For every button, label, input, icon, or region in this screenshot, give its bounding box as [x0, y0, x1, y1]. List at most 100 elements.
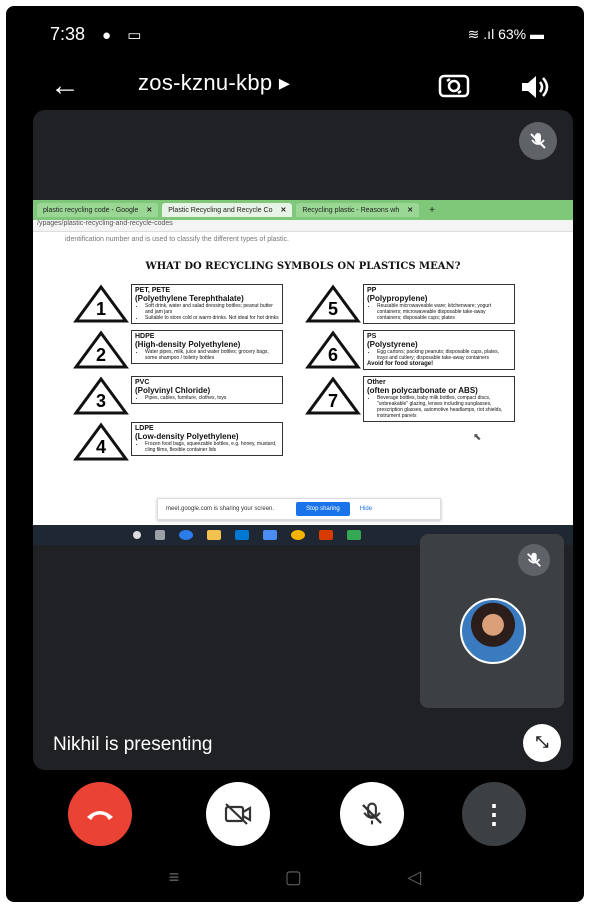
- sharing-notice: meet.google.com is sharing your screen.: [166, 506, 275, 512]
- speaker-icon[interactable]: [516, 70, 552, 104]
- recycling-code-3: 3 PVC (Polyvinyl Chloride) Pipes, cables…: [71, 376, 283, 416]
- recycle-triangle-icon: 2: [73, 330, 129, 369]
- recycle-triangle-icon: 6: [305, 330, 361, 369]
- browser-tab-bar: plastic recycling code - Google ✕ Plastic…: [33, 200, 573, 220]
- recycling-title: WHAT DO RECYCLING SYMBOLS ON PLASTICS ME…: [145, 261, 461, 272]
- mouse-cursor-icon: ⬉: [473, 432, 482, 443]
- store-icon[interactable]: [235, 530, 249, 540]
- call-controls: ⋮: [6, 782, 584, 852]
- edge-icon[interactable]: [179, 530, 193, 540]
- tab-close-icon[interactable]: ✕: [280, 206, 286, 214]
- recycle-triangle-icon: 3: [73, 376, 129, 415]
- recycle-triangle-icon: 7: [305, 376, 361, 415]
- main-video-area: plastic recycling code - Google ✕ Plastic…: [33, 110, 573, 770]
- stop-sharing-button[interactable]: Stop sharing: [296, 502, 350, 516]
- mic-off-icon: [362, 802, 382, 825]
- svg-text:3: 3: [96, 391, 106, 411]
- video-off-icon: [224, 803, 252, 825]
- meeting-code[interactable]: zos-kznu-kbp ▸: [138, 70, 290, 96]
- more-vert-icon: ⋮: [481, 798, 507, 829]
- code-card: LDPE (Low-density Polyethylene) Frozen f…: [131, 422, 283, 456]
- mic-off-icon: [518, 544, 550, 576]
- tab-close-icon[interactable]: ✕: [407, 206, 413, 214]
- code-abbr: LDPE: [135, 425, 154, 432]
- participant-avatar: [460, 598, 526, 664]
- shared-screen: plastic recycling code - Google ✕ Plastic…: [33, 200, 573, 545]
- code-abbr: PVC: [135, 379, 150, 386]
- svg-text:5: 5: [328, 299, 338, 319]
- task-view-icon[interactable]: [155, 530, 165, 540]
- app-icon[interactable]: [347, 530, 361, 540]
- battery-level: 63%: [498, 26, 527, 42]
- tab-close-icon[interactable]: ✕: [146, 206, 152, 214]
- browser-tab[interactable]: plastic recycling code - Google ✕: [37, 203, 159, 217]
- back-arrow-icon[interactable]: ←: [50, 66, 80, 106]
- code-abbr: Other: [367, 379, 386, 386]
- code-use: Suitable to store cold or warm drinks. N…: [145, 315, 279, 321]
- search-icon[interactable]: [133, 531, 141, 539]
- meeting-header: ← zos-kznu-kbp ▸: [6, 66, 584, 110]
- status-bar: 7:38 ● ▭ ≋ .ıl 63% ▬: [6, 24, 584, 48]
- recycling-code-5: 5 PP (Polypropylene) Reusable microwavea…: [303, 284, 515, 324]
- address-bar[interactable]: /ypages/plastic-recycling-and-recycle-co…: [33, 220, 573, 232]
- phone-screen: 7:38 ● ▭ ≋ .ıl 63% ▬ ← zos-kznu-kbp ▸ pl…: [6, 6, 584, 902]
- status-right: ≋ .ıl 63% ▬: [468, 26, 544, 43]
- recycling-code-7: 7 Other (often polycarbonate or ABS) Bev…: [303, 376, 515, 422]
- code-note: Avoid for food storage!: [367, 361, 434, 367]
- code-card: PET, PETE (Polyethylene Terephthalate) S…: [131, 284, 283, 324]
- status-time: 7:38: [50, 24, 86, 44]
- recycling-code-1: 1 PET, PETE (Polyethylene Terephthalate)…: [71, 284, 283, 324]
- code-name: (Polyvinyl Chloride): [135, 386, 211, 395]
- code-card: HDPE (High-density Polyethylene) Water p…: [131, 330, 283, 364]
- code-name: (often polycarbonate or ABS): [367, 386, 478, 395]
- code-name: (Polypropylene): [367, 294, 428, 303]
- code-card: PVC (Polyvinyl Chloride) Pipes, cables, …: [131, 376, 283, 404]
- code-name: (Low-density Polyethylene): [135, 432, 239, 441]
- recycling-code-2: 2 HDPE (High-density Polyethylene) Water…: [71, 330, 283, 370]
- tab-label: Recycling plastic - Reasons wh: [302, 206, 400, 214]
- code-use: Reusable microwaveable ware; kitchenware…: [377, 303, 511, 321]
- recent-apps-icon[interactable]: ≡: [169, 867, 180, 888]
- phone-hangup-icon: [87, 811, 113, 820]
- code-abbr: PET, PETE: [135, 287, 171, 294]
- code-use: Frozen food bags, squeezable bottles, e.…: [145, 441, 279, 453]
- signal-icon: .ıl: [483, 26, 495, 42]
- presenter-mic-off-icon: [519, 122, 557, 160]
- browser-tab-active[interactable]: Plastic Recycling and Recycle Co ✕: [162, 203, 293, 217]
- new-tab-icon[interactable]: +: [429, 205, 435, 216]
- end-call-button[interactable]: [68, 782, 132, 846]
- svg-text:7: 7: [328, 391, 338, 411]
- mic-toggle-button[interactable]: [340, 782, 404, 846]
- chrome-icon[interactable]: [291, 530, 305, 540]
- svg-text:2: 2: [96, 345, 106, 365]
- file-explorer-icon[interactable]: [207, 530, 221, 540]
- battery-icon: ▬: [530, 26, 544, 42]
- code-use: Egg cartons; packing peanuts; disposable…: [377, 349, 511, 361]
- self-video-tile[interactable]: [420, 534, 564, 708]
- switch-camera-icon[interactable]: [436, 68, 472, 104]
- code-abbr: PP: [367, 287, 377, 294]
- code-use: Beverage bottles, baby milk bottles, com…: [377, 395, 511, 419]
- more-options-button[interactable]: ⋮: [462, 782, 526, 846]
- code-use: Pipes, cables, furniture, clothes, toys: [145, 395, 279, 401]
- recycle-triangle-icon: 4: [73, 422, 129, 461]
- tab-label: Plastic Recycling and Recycle Co: [168, 206, 273, 214]
- mail-icon[interactable]: [263, 530, 277, 540]
- home-icon[interactable]: ▢: [285, 867, 302, 888]
- code-card: Other (often polycarbonate or ABS) Bever…: [363, 376, 515, 422]
- back-nav-icon[interactable]: ◁: [407, 867, 421, 888]
- code-name: (High-density Polyethylene): [135, 340, 241, 349]
- wifi-icon: ≋: [467, 26, 480, 42]
- screen-sharing-bar: meet.google.com is sharing your screen. …: [157, 498, 441, 520]
- browser-tab[interactable]: Recycling plastic - Reasons wh ✕: [296, 203, 420, 217]
- svg-text:1: 1: [96, 299, 106, 319]
- code-name: (Polyethylene Terephthalate): [135, 294, 244, 303]
- hide-button[interactable]: Hide: [360, 506, 372, 512]
- office-icon[interactable]: [319, 530, 333, 540]
- collapse-icon[interactable]: ⤡: [523, 724, 561, 762]
- notification-icons: ● ▭: [102, 27, 148, 44]
- recycle-triangle-icon: 5: [305, 284, 361, 323]
- code-abbr: PS: [367, 333, 377, 340]
- camera-toggle-button[interactable]: [206, 782, 270, 846]
- svg-text:4: 4: [96, 437, 106, 457]
